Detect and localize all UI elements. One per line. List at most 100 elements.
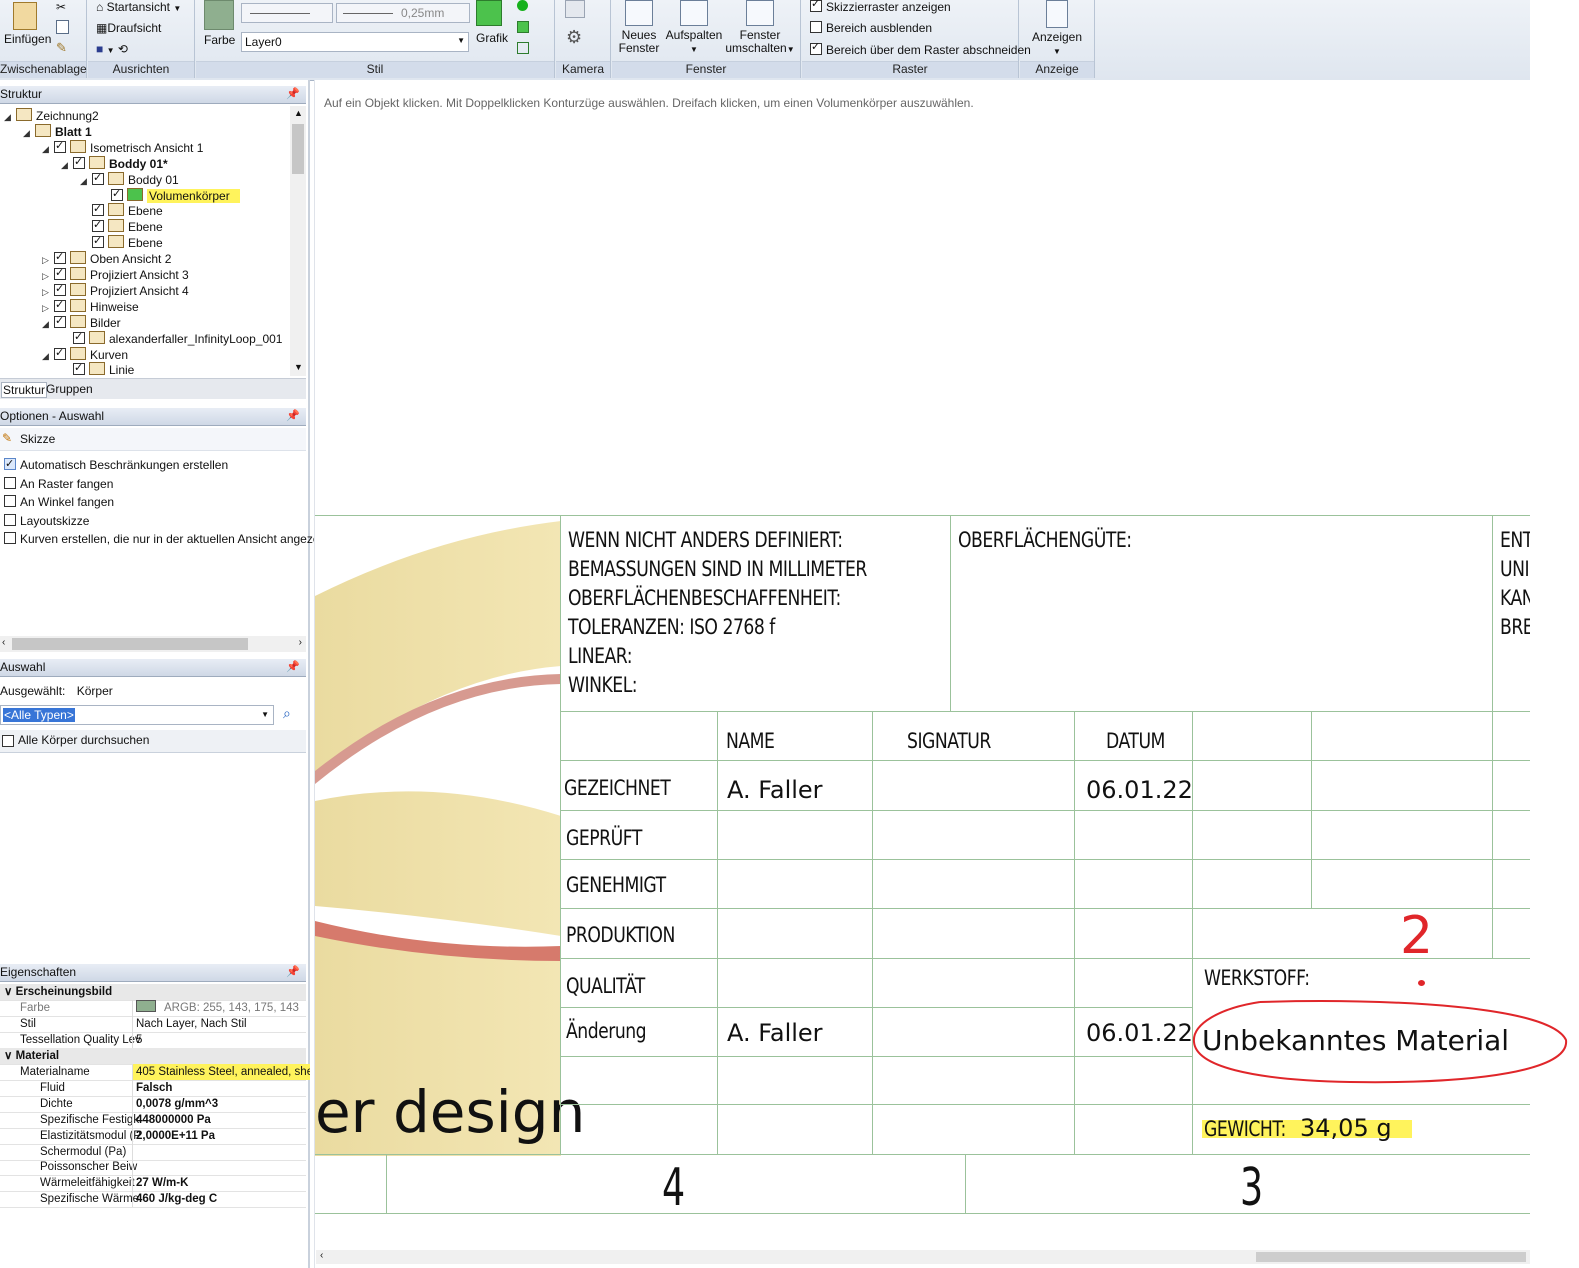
alle-koerper-row[interactable]: Alle Körper durchsuchen xyxy=(0,730,306,753)
scrollbar-thumb[interactable] xyxy=(1256,1252,1526,1262)
wire-cube-icon[interactable] xyxy=(517,42,529,54)
einfuegen-button[interactable]: Einfügen xyxy=(4,2,51,46)
tree-item[interactable]: ◢ Boddy 01* xyxy=(61,154,168,173)
checkbox-checked-icon[interactable] xyxy=(54,265,66,281)
property-row[interactable]: Stil Nach Layer, Nach Stil xyxy=(0,1015,306,1033)
tree-item[interactable]: alexanderfaller_InfinityLoop_001 xyxy=(61,329,282,347)
collapsed-arrow-icon[interactable]: ▷ xyxy=(42,268,54,284)
property-row[interactable]: Spezifische Festigk 448000000 Pa xyxy=(0,1111,306,1129)
checkbox-checked-icon[interactable] xyxy=(54,138,66,154)
property-value[interactable]: 448000000 Pa xyxy=(132,1111,310,1128)
view-cube-button[interactable]: ■ ▼ ⟲ xyxy=(96,42,128,56)
pin-icon[interactable]: 📌 xyxy=(286,964,300,981)
gear-icon[interactable]: ⚙ xyxy=(566,27,582,48)
property-row[interactable]: Elastizitätsmodul (P 2,0000E+11 Pa xyxy=(0,1127,306,1145)
property-value[interactable]: 27 W/m-K xyxy=(132,1175,310,1192)
checkbox-checked-icon[interactable] xyxy=(54,297,66,313)
tab-struktur[interactable]: Struktur xyxy=(1,382,48,398)
property-row[interactable]: Fluid Falsch xyxy=(0,1079,306,1097)
expanded-arrow-icon[interactable]: ◢ xyxy=(4,109,16,125)
tree-scrollbar[interactable]: ▲ ▼ xyxy=(290,106,306,376)
expanded-arrow-icon[interactable]: ◢ xyxy=(23,125,35,141)
property-value[interactable]: 405 Stainless Steel, annealed, sheet xyxy=(132,1063,310,1080)
copy-icon[interactable] xyxy=(56,20,69,34)
property-category[interactable]: ∨ Material xyxy=(0,1047,306,1065)
option-row[interactable]: Kurven erstellen, die nur in der aktuell… xyxy=(4,530,332,548)
collapsed-arrow-icon[interactable]: ▷ xyxy=(42,300,54,316)
tree-item[interactable]: ◢ Kurven xyxy=(42,345,128,364)
expanded-arrow-icon[interactable]: ◢ xyxy=(80,173,92,189)
expanded-arrow-icon[interactable]: ◢ xyxy=(42,316,54,332)
farbe-swatch[interactable] xyxy=(204,0,234,30)
checkbox-checked-icon[interactable] xyxy=(73,154,85,170)
cut-icon[interactable]: ✂ xyxy=(56,0,66,14)
option-row[interactable]: An Winkel fangen xyxy=(4,493,114,511)
checkbox-checked-icon[interactable] xyxy=(111,186,123,202)
scrollbar-thumb[interactable] xyxy=(12,638,248,650)
anzeigen-button[interactable]: Anzeigen ▼ xyxy=(1024,0,1090,58)
tree-item[interactable]: Volumenkörper xyxy=(99,186,240,204)
tab-gruppen[interactable]: Gruppen xyxy=(46,382,93,396)
checkbox-icon[interactable] xyxy=(4,476,16,489)
neues-fenster-button[interactable]: Neues Fenster xyxy=(614,0,664,55)
tree-item[interactable]: Ebene xyxy=(80,233,163,251)
property-row[interactable]: Poissonscher Beiw xyxy=(0,1159,306,1177)
pin-icon[interactable]: 📌 xyxy=(286,659,300,676)
chevron-down-icon[interactable]: ∨ xyxy=(4,1050,16,1062)
checkbox-icon[interactable] xyxy=(4,532,16,544)
aufspalten-button[interactable]: Aufspalten ▼ xyxy=(664,0,724,56)
chevron-right-icon[interactable]: › xyxy=(299,637,302,648)
tree-item[interactable]: ◢ Zeichnung2 xyxy=(4,108,99,124)
optionen-hscrollbar[interactable]: ‹ › xyxy=(0,636,306,652)
tree-item[interactable]: ◢ Boddy 01 xyxy=(80,170,179,189)
checkbox-checked-icon[interactable] xyxy=(92,233,104,249)
property-row[interactable]: Materialname 405 Stainless Steel, anneale… xyxy=(0,1063,310,1081)
line-width-dropdown[interactable]: 0,25mm xyxy=(336,3,470,23)
property-value[interactable]: ARGB: 255, 143, 175, 143 xyxy=(132,999,310,1016)
pin-icon[interactable]: 📌 xyxy=(286,408,300,425)
expanded-arrow-icon[interactable]: ◢ xyxy=(61,157,73,173)
expanded-arrow-icon[interactable]: ◢ xyxy=(42,348,54,364)
checkbox-checked-icon[interactable] xyxy=(54,249,66,265)
chevron-up-icon[interactable]: ▲ xyxy=(294,108,303,118)
property-value[interactable]: 2,0000E+11 Pa xyxy=(132,1127,310,1144)
checkbox-icon[interactable] xyxy=(2,735,14,747)
checkbox-checked-icon[interactable] xyxy=(73,360,85,376)
line-style-dropdown[interactable] xyxy=(241,3,333,23)
camera-cube-icon[interactable] xyxy=(565,0,585,18)
skizzierraster-checkbox[interactable]: Skizzierraster anzeigen xyxy=(810,0,951,14)
format-painter-icon[interactable]: ✎ xyxy=(56,40,67,56)
checkbox-checked-icon[interactable] xyxy=(92,201,104,217)
property-value[interactable] xyxy=(132,1159,310,1176)
startansicht-button[interactable]: ⌂ Startansicht ▼ xyxy=(96,0,181,14)
property-value[interactable]: Falsch xyxy=(132,1079,310,1096)
property-value[interactable] xyxy=(132,1143,310,1160)
option-row[interactable]: An Raster fangen xyxy=(4,475,113,493)
typ-filter-dropdown[interactable]: <Alle Typen> ▼ xyxy=(0,705,274,725)
chevron-down-icon[interactable]: ▼ xyxy=(294,362,303,372)
property-row[interactable]: Tessellation Quality Lev 5 xyxy=(0,1031,306,1049)
checkbox-checked-icon[interactable] xyxy=(4,455,16,473)
option-row[interactable]: Automatisch Beschränkungen erstellen xyxy=(4,455,228,474)
struktur-tree[interactable]: ◢Zeichnung2◢Blatt 1◢Isometrisch Ansicht … xyxy=(0,106,290,376)
option-row[interactable]: Layoutskizze xyxy=(4,512,89,530)
fenster-umschalten-button[interactable]: Fenster umschalten▼ xyxy=(724,0,796,56)
checkbox-checked-icon[interactable] xyxy=(54,313,66,329)
property-category[interactable]: ∨ Erscheinungsbild xyxy=(0,984,306,1001)
property-row[interactable]: Schermodul (Pa) xyxy=(0,1143,306,1161)
checkbox-checked-icon[interactable] xyxy=(54,345,66,361)
property-row[interactable]: Dichte 0,0078 g/mm^3 xyxy=(0,1095,306,1113)
checkbox-icon[interactable] xyxy=(4,495,16,507)
scrollbar-thumb[interactable] xyxy=(292,124,304,174)
property-value[interactable]: 460 J/kg-deg C xyxy=(132,1191,310,1208)
bereich-ausblenden-checkbox[interactable]: Bereich ausblenden xyxy=(810,21,932,35)
pin-icon[interactable]: 📌 xyxy=(286,86,300,103)
checkbox-checked-icon[interactable] xyxy=(92,217,104,233)
chevron-left-icon[interactable]: ‹ xyxy=(320,1250,323,1261)
checkbox-checked-icon[interactable] xyxy=(92,170,104,186)
small-cube-icon[interactable] xyxy=(517,21,529,33)
chevron-down-icon[interactable]: ∨ xyxy=(4,986,16,998)
property-row[interactable]: Wärmeleitfähigkeit 27 W/m-K xyxy=(0,1175,306,1193)
draufsicht-button[interactable]: ▦Draufsicht xyxy=(96,21,161,35)
checkbox-icon[interactable] xyxy=(4,513,16,526)
